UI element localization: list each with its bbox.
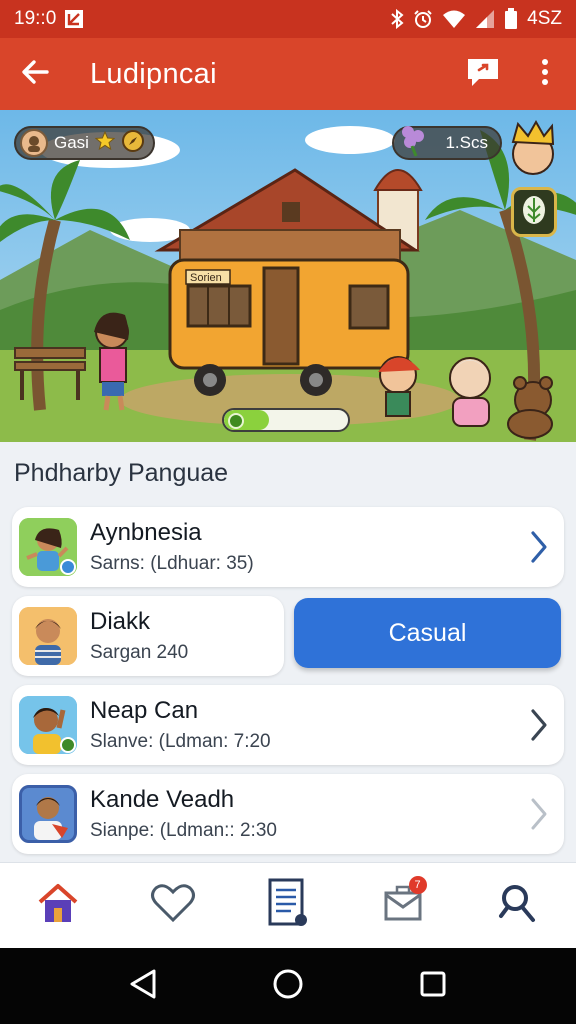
more-vert-icon (541, 58, 549, 91)
casual-button[interactable]: Casual (294, 598, 561, 668)
chevron-right-icon (528, 796, 550, 837)
circle-home-icon (272, 968, 304, 1005)
chat-button[interactable] (452, 38, 514, 110)
square-recents-icon (419, 970, 447, 1003)
avatar (19, 518, 77, 576)
contact-card-diakk[interactable]: Diakk Sargan 240 (12, 596, 284, 676)
more-options-button[interactable] (514, 38, 576, 110)
score-hud[interactable]: 1.Scs (392, 126, 502, 160)
search-icon (497, 882, 539, 929)
contact-card-neap-can[interactable]: Neap Can Slanve: (Ldman: 7:20 (12, 685, 564, 765)
app-screen: 19::0 4SZ Ludipncai Sorien Gasi 1.Scs Ph… (0, 0, 576, 1024)
player-hud[interactable]: Gasi (14, 126, 155, 160)
nav-home[interactable] (0, 863, 115, 948)
contact-subtitle: Sarns: (Ldhuar: 35) (90, 553, 254, 574)
bottom-navigation: 7 (0, 862, 576, 948)
back-button[interactable] (0, 38, 70, 110)
section-title: Phdharby Panguae (14, 459, 229, 487)
contact-name: Aynbnesia (90, 519, 202, 546)
contact-subtitle: Sargan 240 (90, 642, 189, 663)
contact-subtitle: Slanve: (Ldman: 7:20 (90, 731, 271, 752)
status-time: 19::0 (14, 8, 57, 29)
chevron-right-icon (528, 707, 550, 748)
nav-favorites[interactable] (115, 863, 230, 948)
chat-icon (465, 56, 501, 93)
level-progress-bar[interactable] (222, 408, 350, 432)
heart-icon (150, 883, 196, 928)
alarm-icon (413, 9, 433, 29)
battery-icon (504, 8, 518, 30)
player-name: Gasi (54, 133, 89, 152)
contact-name: Neap Can (90, 697, 199, 724)
back-arrow-icon (20, 57, 50, 92)
star-icon (94, 130, 116, 156)
triangle-back-icon (128, 968, 158, 1005)
document-icon (267, 878, 309, 933)
system-back-button[interactable] (113, 956, 173, 1016)
nav-search[interactable] (461, 863, 576, 948)
score-label: 1.Scs (445, 133, 488, 152)
system-home-button[interactable] (258, 956, 318, 1016)
player-avatar (20, 129, 48, 157)
status-badge (60, 737, 76, 753)
flower-icon (398, 122, 428, 163)
signal-icon (475, 9, 495, 29)
bus-sign: Sorien (190, 272, 222, 284)
avatar (19, 607, 77, 665)
status-bar: 19::0 4SZ (0, 0, 576, 38)
nav-documents[interactable] (230, 863, 345, 948)
progress-knob (228, 413, 244, 429)
contact-name: Kande Veadh (90, 786, 235, 813)
app-bar: Ludipncai (0, 38, 576, 110)
leaf-icon (520, 194, 548, 231)
system-recents-button[interactable] (403, 956, 463, 1016)
chevron-right-icon (528, 529, 550, 570)
avatar (19, 696, 77, 754)
contact-card-aynbnesia[interactable]: Aynbnesia Sarns: (Ldhuar: 35) (12, 507, 564, 587)
nav-inbox[interactable]: 7 (346, 863, 461, 948)
status-badge (60, 559, 76, 575)
avatar (19, 785, 77, 843)
app-title: Ludipncai (90, 57, 217, 90)
notification-badge: 7 (408, 876, 427, 894)
compass-icon[interactable] (121, 129, 145, 158)
notification-icon (64, 9, 84, 29)
bluetooth-icon (390, 9, 404, 29)
wifi-icon (442, 9, 466, 29)
leaf-badge-button[interactable] (511, 187, 557, 237)
contact-name: Diakk (90, 608, 151, 635)
battery-label: 4SZ (527, 8, 562, 29)
contact-card-kande-veadh[interactable]: Kande Veadh Sianpe: (Ldman:: 2:30 (12, 774, 564, 854)
contact-subtitle: Sianpe: (Ldman:: 2:30 (90, 820, 277, 841)
home-icon (36, 882, 80, 929)
system-navigation-bar (0, 948, 576, 1024)
